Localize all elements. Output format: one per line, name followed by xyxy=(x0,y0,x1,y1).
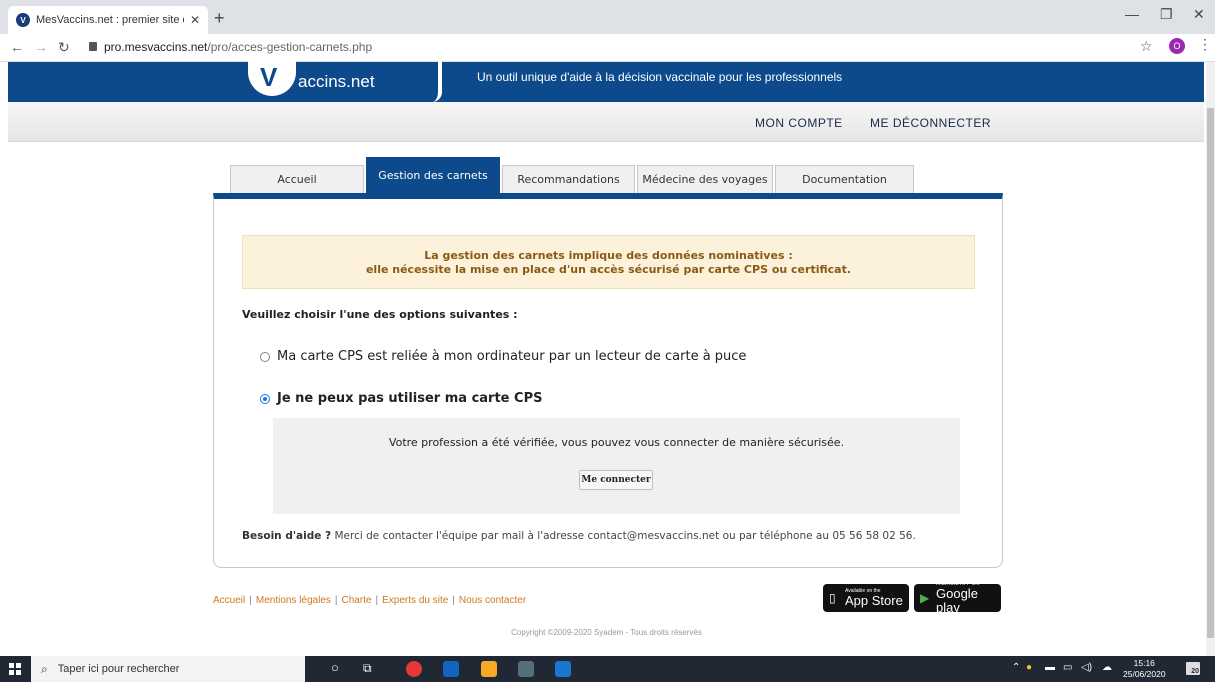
google-play-badge[interactable]: ▶ ANDROID APP ON Google play xyxy=(914,581,1001,615)
file-explorer-icon[interactable] xyxy=(481,661,497,677)
logo-bracket xyxy=(432,56,442,102)
google-play-big: Google play xyxy=(936,586,978,615)
app-store-big: App Store xyxy=(845,593,903,608)
maximize-icon[interactable]: ❐ xyxy=(1160,6,1173,23)
new-tab-button[interactable]: + xyxy=(214,8,225,29)
option-card-reader[interactable]: Ma carte CPS est reliée à mon ordinateur… xyxy=(260,349,746,364)
tab-recommandations[interactable]: Recommandations xyxy=(502,165,635,193)
warning-line-1: La gestion des carnets implique des donn… xyxy=(424,249,793,262)
radio-no-card[interactable] xyxy=(260,393,270,404)
word-icon[interactable] xyxy=(555,661,571,677)
logo-text[interactable]: accins.net xyxy=(298,72,375,92)
tab-medecine-des-voyages[interactable]: Médecine des voyages xyxy=(637,165,773,193)
network-icon[interactable]: ▭ xyxy=(1063,662,1072,673)
task-view-icon[interactable]: ⧉ xyxy=(363,661,372,676)
help-text: Besoin d'aide ? Merci de contacter l'équ… xyxy=(242,530,916,542)
apple-phone-icon: ▯ xyxy=(829,591,836,605)
option-card-reader-label: Ma carte CPS est reliée à mon ordinateur… xyxy=(277,349,747,364)
site-tagline: Un outil unique d'aide à la décision vac… xyxy=(477,70,843,84)
url-host: pro.mesvaccins.net xyxy=(104,40,208,54)
clock-time: 15:16 xyxy=(1133,658,1155,668)
separator: | xyxy=(375,595,379,606)
url-path: /pro/acces-gestion-carnets.php xyxy=(207,40,373,54)
main-panel: La gestion des carnets implique des donn… xyxy=(213,193,1003,568)
search-icon: ⌕ xyxy=(41,661,48,676)
scrollbar-thumb[interactable] xyxy=(1207,108,1214,638)
footer-link-charte[interactable]: Charte xyxy=(342,595,372,606)
taskbar-clock[interactable]: 15:16 25/06/2020 xyxy=(1123,658,1166,680)
connect-button[interactable]: Me connecter xyxy=(579,470,653,490)
lock-icon xyxy=(89,42,97,51)
tray-app-icon[interactable]: ● xyxy=(1026,662,1032,673)
option-no-card-label: Je ne peux pas utiliser ma carte CPS xyxy=(277,391,543,406)
taskbar-search[interactable]: ⌕ Taper ici pour rechercher xyxy=(31,656,305,682)
help-bold: Besoin d'aide ? xyxy=(242,530,332,542)
windows-start-icon[interactable] xyxy=(9,663,21,675)
reload-icon[interactable]: ↻ xyxy=(58,39,70,56)
option-no-card[interactable]: Je ne peux pas utiliser ma carte CPS xyxy=(260,391,542,406)
radio-card-reader[interactable] xyxy=(260,351,270,362)
site-header: V accins.net Un outil unique d'aide à la… xyxy=(8,56,1204,102)
chrome-icon[interactable] xyxy=(406,661,422,677)
warning-line-2: elle nécessite la mise en place d'un acc… xyxy=(365,263,852,276)
google-play-icon: ▶ xyxy=(920,591,930,605)
browser-tab[interactable]: V MesVaccins.net : premier site de ✕ xyxy=(8,6,208,34)
options-question: Veuillez choisir l'une des options suiva… xyxy=(242,308,518,321)
footer-link-contact[interactable]: Nous contacter xyxy=(459,595,526,606)
footer-link-experts[interactable]: Experts du site xyxy=(382,595,448,606)
footer-link-accueil[interactable]: Accueil xyxy=(213,595,245,606)
bookmark-star-icon[interactable]: ☆ xyxy=(1140,39,1153,55)
logo-v-glyph: V xyxy=(260,62,278,92)
notification-count: 20 xyxy=(1191,668,1199,675)
forward-arrow-icon[interactable]: → xyxy=(34,39,48,55)
site-favicon-icon: V xyxy=(16,13,30,27)
notification-center-icon[interactable]: 20 xyxy=(1186,662,1200,675)
minimize-icon[interactable]: — xyxy=(1125,6,1139,22)
connect-box: Votre profession a été vérifiée, vous po… xyxy=(273,418,960,514)
clock-date: 25/06/2020 xyxy=(1123,669,1166,679)
back-arrow-icon[interactable]: ← xyxy=(10,39,24,55)
tab-gestion-des-carnets[interactable]: Gestion des carnets xyxy=(366,157,500,193)
close-window-icon[interactable]: ✕ xyxy=(1193,6,1205,23)
onedrive-icon[interactable]: ☁ xyxy=(1102,662,1112,673)
separator: | xyxy=(249,595,252,606)
volume-icon[interactable]: ◁) xyxy=(1081,662,1092,673)
my-account-link[interactable]: MON COMPTE xyxy=(755,116,843,130)
outlook-icon[interactable] xyxy=(443,661,459,677)
tab-accueil[interactable]: Accueil xyxy=(230,165,364,193)
app-icon[interactable] xyxy=(518,661,534,677)
footer-links: Accueil | Mentions légales | Charte | Experts … xyxy=(213,595,526,606)
browser-tab-bar: V MesVaccins.net : premier site de ✕ + —… xyxy=(0,0,1215,34)
help-contact: Merci de contacter l'équipe par mail à l… xyxy=(334,530,916,542)
taskbar: ⌕ Taper ici pour rechercher ○ ⧉ ⌃ ● ▬ ▭ … xyxy=(0,656,1215,682)
battery-icon[interactable]: ▬ xyxy=(1045,662,1055,673)
profile-avatar[interactable]: O xyxy=(1169,38,1185,54)
footer-link-mentions[interactable]: Mentions légales xyxy=(256,595,331,606)
verified-message: Votre profession a été vérifiée, vous po… xyxy=(388,436,845,449)
close-tab-icon[interactable]: ✕ xyxy=(190,13,200,27)
cortana-icon[interactable]: ○ xyxy=(331,660,339,675)
copyright: Copyright ©2009-2020 Syadem - Tous droit… xyxy=(0,628,1215,637)
tray-chevron-icon[interactable]: ⌃ xyxy=(1012,662,1020,673)
taskbar-search-placeholder: Taper ici pour rechercher xyxy=(57,663,180,675)
browser-tab-title: MesVaccins.net : premier site de xyxy=(36,14,184,26)
separator: | xyxy=(334,595,338,606)
copyright-text: Copyright ©2009-2020 Syadem - Tous droit… xyxy=(511,628,702,637)
browser-menu-icon[interactable]: ⋮ xyxy=(1198,36,1212,53)
tab-documentation[interactable]: Documentation xyxy=(775,165,914,193)
separator: | xyxy=(452,595,455,606)
address-bar: ← → ↻ pro.mesvaccins.net/pro/acces-gesti… xyxy=(0,34,1215,62)
url-field[interactable]: pro.mesvaccins.net/pro/acces-gestion-car… xyxy=(104,40,372,54)
app-store-badge[interactable]: ▯ Available on the App Store xyxy=(823,584,909,612)
logout-link[interactable]: ME DÉCONNECTER xyxy=(870,116,991,130)
account-nav: MON COMPTE ME DÉCONNECTER xyxy=(8,102,1204,142)
warning-box: La gestion des carnets implique des donn… xyxy=(242,235,975,289)
